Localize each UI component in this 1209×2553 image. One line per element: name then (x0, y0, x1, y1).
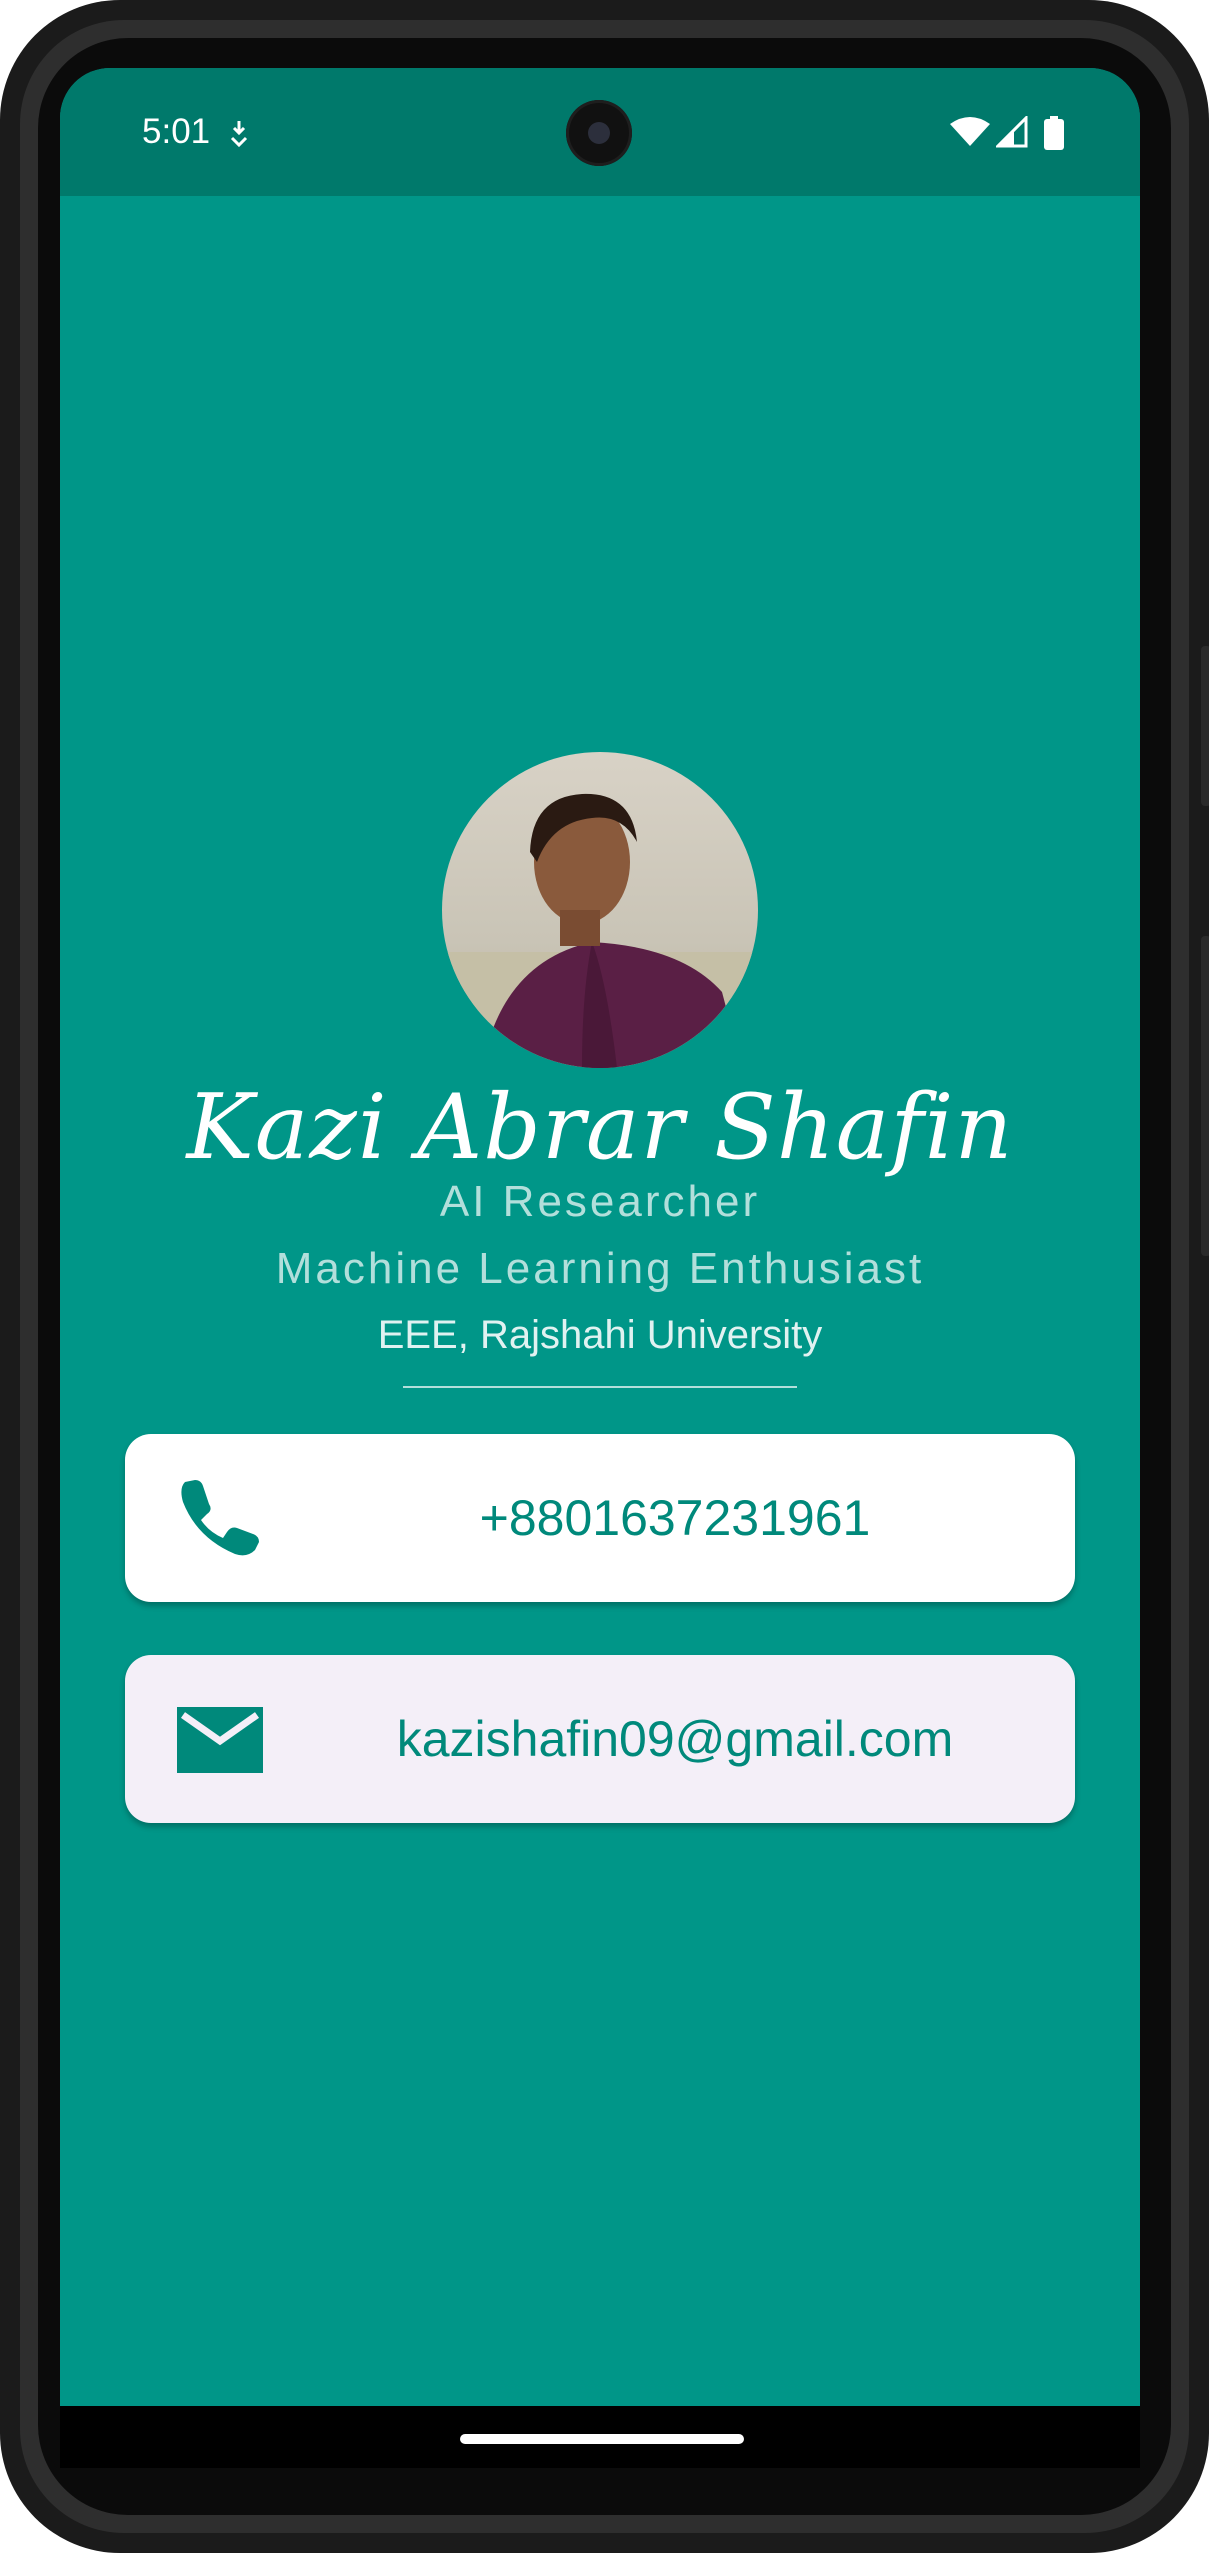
front-camera (566, 100, 632, 166)
navigation-bar (60, 2406, 1140, 2468)
divider (403, 1386, 797, 1388)
volume-button (1201, 936, 1209, 1256)
signal-icon (996, 116, 1028, 148)
app-screen: 5:01 Kazi Abrar Shafin AI Researcher Mac… (60, 68, 1140, 2468)
profile-role-primary: AI Researcher (439, 1177, 761, 1226)
power-button (1201, 646, 1209, 806)
email-icon (177, 1707, 263, 1773)
status-icons (950, 116, 1070, 152)
phone-frame: 5:01 Kazi Abrar Shafin AI Researcher Mac… (0, 0, 1209, 2553)
email-address: kazishafin09@gmail.com (396, 1711, 954, 1767)
email-card[interactable]: kazishafin09@gmail.com (125, 1655, 1075, 1823)
status-time: 5:01 (142, 112, 211, 151)
profile-avatar (442, 752, 758, 1068)
phone-number: +8801637231961 (479, 1490, 871, 1546)
phone-icon (181, 1480, 259, 1556)
profile-institution: EEE, Rajshahi University (377, 1313, 823, 1357)
phone-card[interactable]: +8801637231961 (125, 1434, 1075, 1602)
download-status-icon (230, 121, 248, 148)
profile-role-secondary: Machine Learning Enthusiast (275, 1244, 925, 1293)
wifi-icon (950, 117, 990, 146)
profile-name: Kazi Abrar Shafin (186, 1075, 1014, 1180)
home-gesture-handle[interactable] (460, 2434, 744, 2444)
battery-icon (1044, 116, 1064, 150)
status-bar: 5:01 (60, 68, 1140, 196)
